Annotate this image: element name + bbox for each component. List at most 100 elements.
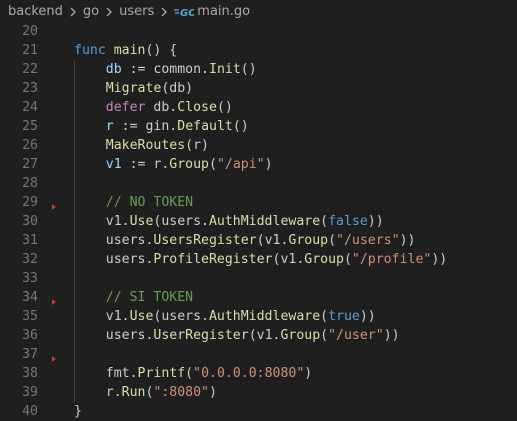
code-token: "/user" xyxy=(328,328,384,343)
code-token: )) xyxy=(399,233,416,248)
code-token: Printf xyxy=(137,366,186,381)
code-line[interactable]: 24 defer db.Close() xyxy=(0,98,517,117)
code-token: )) xyxy=(383,328,400,343)
code-text: users.UsersRegister(v1.Group("/users")) xyxy=(74,231,416,250)
code-token: ) xyxy=(209,385,217,400)
line-number: 25 xyxy=(22,119,38,134)
line-number: 28 xyxy=(22,176,38,191)
code-text: defer db.Close() xyxy=(74,98,233,117)
code-token: users. xyxy=(74,233,154,248)
code-line[interactable]: 21 func main() { xyxy=(0,41,517,60)
breadcrumb-item-backend[interactable]: backend xyxy=(8,4,63,19)
gutter-change-marker[interactable] xyxy=(52,204,56,210)
code-token: users. xyxy=(74,328,154,343)
code-token: (db) xyxy=(161,81,194,96)
gutter-change-marker[interactable] xyxy=(52,299,56,305)
code-token: Use xyxy=(129,309,154,324)
code-token: v1. xyxy=(74,309,130,324)
line-number: 21 xyxy=(22,43,38,58)
code-line[interactable]: 37 xyxy=(0,345,517,364)
code-text: // SI TOKEN xyxy=(74,288,193,307)
code-line[interactable]: 35 v1.Use(users.AuthMiddleware(true)) xyxy=(0,307,517,326)
code-line[interactable]: 27 v1 := r.Group("/api") xyxy=(0,155,517,174)
code-token: db. xyxy=(145,100,178,115)
code-text: r := gin.Default() xyxy=(74,117,249,136)
code-token: v1 xyxy=(105,157,122,172)
code-text: } xyxy=(74,402,82,421)
code-token: := gin. xyxy=(113,119,178,134)
code-line[interactable]: 22 db := common.Init() xyxy=(0,60,517,79)
code-token: (users. xyxy=(153,214,209,229)
breadcrumb-item-users[interactable]: users xyxy=(119,4,154,19)
code-line[interactable]: 23 Migrate(db) xyxy=(0,79,517,98)
code-token: } xyxy=(74,404,82,419)
chevron-right-icon xyxy=(157,5,171,19)
code-line[interactable]: 28 xyxy=(0,174,517,193)
code-token: r xyxy=(105,119,114,134)
line-number: 38 xyxy=(22,366,38,381)
code-text: MakeRoutes(r) xyxy=(74,136,209,155)
code-token: "0.0.0.0:8080" xyxy=(193,366,305,381)
gutter-change-marker[interactable] xyxy=(52,356,56,362)
code-line[interactable]: 33 xyxy=(0,269,517,288)
line-number: 23 xyxy=(22,81,38,96)
code-token: (users. xyxy=(153,309,209,324)
chevron-right-icon xyxy=(102,5,116,19)
code-text: fmt.Printf("0.0.0.0:8080") xyxy=(74,364,312,383)
code-line[interactable]: 26 MakeRoutes(r) xyxy=(0,136,517,155)
line-number: 33 xyxy=(22,271,38,286)
code-line[interactable]: 32 users.ProfileRegister(v1.Group("/prof… xyxy=(0,250,517,269)
code-token: Group xyxy=(169,157,209,172)
code-line[interactable]: 30 v1.Use(users.AuthMiddleware(false)) xyxy=(0,212,517,231)
code-token: Group xyxy=(304,252,344,267)
code-token: Close xyxy=(177,100,217,115)
editor-area[interactable]: 20 21 func main() {22 db := common.Init() 2… xyxy=(0,22,517,421)
code-token: ( xyxy=(320,214,329,229)
code-token: "/users" xyxy=(336,233,400,248)
code-text: v1.Use(users.AuthMiddleware(true)) xyxy=(74,307,376,326)
code-text: r.Run(":8080") xyxy=(74,383,217,402)
code-token: ProfileRegister xyxy=(153,252,273,267)
code-line[interactable]: 34 // SI TOKEN xyxy=(0,288,517,307)
code-line[interactable]: 38 fmt.Printf("0.0.0.0:8080") xyxy=(0,364,517,383)
line-number: 37 xyxy=(22,347,38,362)
code-text: v1.Use(users.AuthMiddleware(false)) xyxy=(74,212,384,231)
code-line[interactable]: 29 // NO TOKEN xyxy=(0,193,517,212)
code-line[interactable]: 36 users.UserRegister(v1.Group("/user")) xyxy=(0,326,517,345)
line-number: 40 xyxy=(22,404,38,419)
code-token: ( xyxy=(328,233,337,248)
breadcrumb-item-go[interactable]: go xyxy=(83,4,99,19)
code-text: users.ProfileRegister(v1.Group("/profile… xyxy=(74,250,447,269)
line-number: 34 xyxy=(22,290,38,305)
code-token: ) xyxy=(264,157,273,172)
code-token: Default xyxy=(177,119,233,134)
code-token: "/api" xyxy=(216,157,265,172)
code-token: func xyxy=(74,43,106,58)
chevron-right-icon xyxy=(66,5,80,19)
code-token: Init xyxy=(209,62,241,77)
code-token: "/profile" xyxy=(351,252,432,267)
code-token: ( xyxy=(185,366,194,381)
line-number: 35 xyxy=(22,309,38,324)
code-line[interactable]: 20 xyxy=(0,22,517,41)
code-line[interactable]: 40} xyxy=(0,402,517,421)
code-line[interactable]: 25 r := gin.Default() xyxy=(0,117,517,136)
code-editor-window: backend go users GO main.go 20 21 func mai… xyxy=(0,0,517,421)
code-token: ( xyxy=(209,157,217,172)
line-number: 26 xyxy=(22,138,38,153)
breadcrumb-file-main-go[interactable]: main.go xyxy=(197,4,250,19)
code-token: false xyxy=(328,214,368,229)
code-line[interactable]: 31 users.UsersRegister(v1.Group("/users"… xyxy=(0,231,517,250)
code-token: defer xyxy=(105,100,146,115)
code-token: r. xyxy=(74,385,122,400)
line-number: 24 xyxy=(22,100,38,115)
code-line[interactable]: 39 r.Run(":8080") xyxy=(0,383,517,402)
code-token: ":8080" xyxy=(153,385,209,400)
svg-text:GO: GO xyxy=(180,8,194,18)
code-token: ) xyxy=(304,366,313,381)
